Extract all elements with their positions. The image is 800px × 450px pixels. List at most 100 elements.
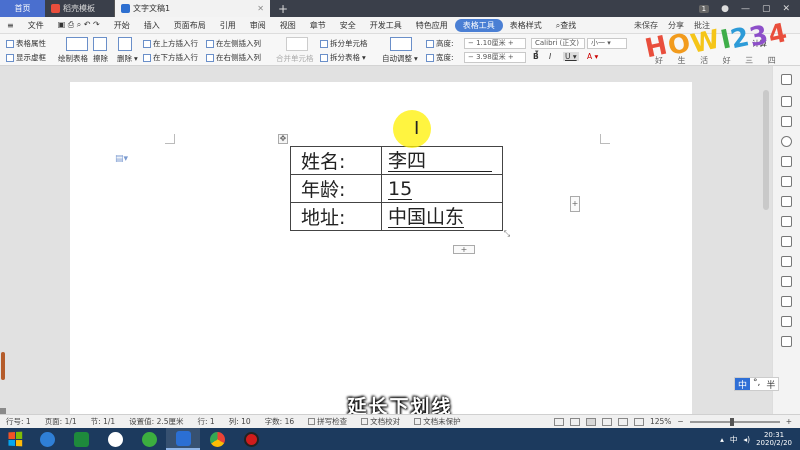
select-icon[interactable] [781,74,792,85]
eraser-icon[interactable] [93,37,107,51]
draw-table-button[interactable]: 绘制表格 [58,53,88,64]
delete-icon[interactable] [118,37,132,51]
web-layout-icon[interactable] [601,417,612,426]
bold-button[interactable]: B [533,52,539,61]
tab-document[interactable]: 文字文稿1 ✕ [115,0,270,17]
name-label[interactable]: 姓名: [290,146,382,175]
volume-icon[interactable]: ◂) [743,435,750,444]
insert-right-button[interactable]: 在右侧插入列 [206,52,261,63]
table-props-button[interactable]: 表格属性 [6,38,46,49]
share-icon[interactable] [781,236,792,247]
eraser-button[interactable]: 擦除 [93,53,108,64]
draw-table-icon[interactable] [66,37,88,51]
shape-icon[interactable] [781,116,792,127]
insert-left-button[interactable]: 在左侧插入列 [206,38,261,49]
protect-button[interactable]: 文档未保护 [414,416,461,427]
zoom-slider[interactable] [689,417,780,426]
name-cell[interactable]: 李四 [381,146,503,175]
menu-file[interactable]: 文件 [21,20,51,31]
status-words[interactable]: 字数: 16 [265,416,294,427]
table-resize-handle[interactable]: ⤡ [502,230,512,240]
notification-badge[interactable]: 1 [698,4,710,13]
print-layout-icon[interactable] [585,417,596,426]
hamburger-icon[interactable]: ≡ [0,21,21,30]
italic-button[interactable]: I [549,52,551,61]
status-setting[interactable]: 设置值: 2.5厘米 [129,416,183,427]
add-row-button[interactable]: + [453,245,475,254]
new-tab-icon[interactable]: + [278,2,288,16]
network-icon[interactable]: ▴ [720,435,724,444]
taskbar-360[interactable] [132,428,166,450]
taskbar-chrome[interactable] [200,428,234,450]
menu-item-review[interactable]: 审阅 [243,20,273,31]
zoom-level[interactable]: 125% [650,417,671,426]
zoom-in-icon[interactable]: + [786,417,792,426]
scrollbar-thumb[interactable] [763,90,769,210]
quick-access-icons[interactable]: ▣ ⎙ ⌕ ↶ ↷ [51,20,107,30]
split-cells-button[interactable]: 拆分单元格 [320,38,368,49]
proofread-button[interactable]: 文档校对 [361,416,400,427]
table-move-handle[interactable]: ✥ [278,134,288,144]
address-label[interactable]: 地址: [290,202,382,231]
page-view-icon[interactable] [569,417,580,426]
insert-below-button[interactable]: 在下方插入行 [143,52,198,63]
merge-cells-button[interactable]: 合并单元格 [276,53,314,64]
age-cell[interactable]: 15 [381,174,503,203]
font-name-select[interactable]: Calibri (正文) ▾ [531,38,585,56]
menu-item-layout[interactable]: 页面布局 [167,20,213,31]
translate-icon[interactable] [781,296,792,307]
ime-punct[interactable]: °, [750,378,763,390]
clock[interactable]: 20:31 2020/2/20 [756,431,792,447]
menu-item-start[interactable]: 开始 [107,20,137,31]
thesaurus-icon[interactable] [781,216,792,227]
show-gridlines-button[interactable]: 显示虚框 [6,52,46,63]
status-row-number[interactable]: 行号: 1 [6,416,31,427]
taskbar-cloud[interactable] [98,428,132,450]
merge-cells-icon[interactable] [286,37,308,51]
tray-lang[interactable]: 中 [730,434,738,445]
menu-item-devtools[interactable]: 开发工具 [363,20,409,31]
close-icon[interactable]: ✕ [257,4,264,13]
cloud-icon[interactable] [781,136,792,147]
minimize-icon[interactable]: — [741,4,750,14]
taskbar-recorder[interactable] [234,428,268,450]
font-color-button[interactable]: A ▾ [587,52,598,61]
autofit-icon[interactable] [390,37,412,51]
outline-icon[interactable] [617,417,628,426]
help-icon[interactable] [781,316,792,327]
layout-icon[interactable] [781,156,792,167]
tab-template[interactable]: 稻壳模板 [45,0,115,17]
close-window-icon[interactable]: ✕ [782,4,790,14]
split-table-button[interactable]: 拆分表格 ▾ [320,52,366,63]
taskbar-ie[interactable] [30,428,64,450]
paragraph-mark-icon[interactable]: ▤▾ [115,154,128,164]
status-section[interactable]: 节: 1/1 [91,416,115,427]
spell-check-button[interactable]: 拼写检查 [308,416,347,427]
menu-item-security[interactable]: 安全 [333,20,363,31]
bookmark-icon[interactable] [781,276,792,287]
pen-icon[interactable] [781,96,792,107]
taskbar-wps[interactable] [166,428,200,450]
delete-button[interactable]: 删除 ▾ [117,53,138,64]
backup-icon[interactable] [781,256,792,267]
tab-home[interactable]: 首页 [0,0,45,17]
read-mode-icon[interactable] [633,417,644,426]
eye-icon[interactable] [553,417,564,426]
address-cell[interactable]: 中国山东 [381,202,503,231]
menu-item-insert[interactable]: 插入 [137,20,167,31]
style-icon[interactable] [781,196,792,207]
search-button[interactable]: ⌕查找 [549,20,583,31]
menu-item-features[interactable]: 特色应用 [409,20,455,31]
age-label[interactable]: 年龄: [290,174,382,203]
start-button[interactable] [0,428,30,450]
font-size-select[interactable]: 小一 ▾ [587,38,627,49]
status-line[interactable]: 行: 1 [198,416,215,427]
document-page[interactable]: ▤▾ ✥ 姓名: 李四 年龄: 15 地址: 中国山东 + + ⤡ [70,82,692,414]
add-column-button[interactable]: + [570,196,580,212]
autofit-button[interactable]: 自动调整 ▾ [382,53,418,64]
underline-button[interactable]: U ▾ [563,52,579,61]
zoom-out-icon[interactable]: − [677,417,683,426]
vertical-scrollbar[interactable] [762,80,770,220]
ime-width[interactable]: 半 [763,378,778,391]
status-page[interactable]: 页面: 1/1 [45,416,77,427]
